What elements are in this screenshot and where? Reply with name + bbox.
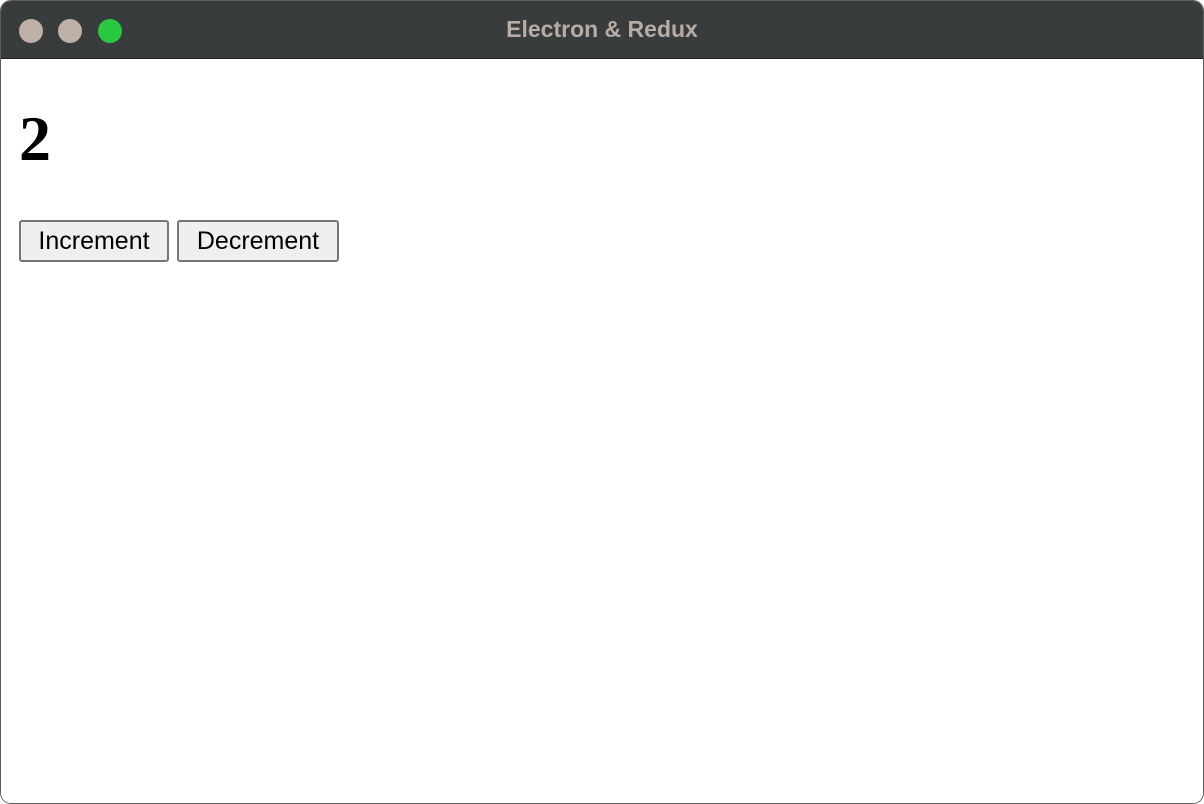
window-title: Electron & Redux	[506, 16, 698, 42]
app-content: 2 Increment Decrement	[1, 59, 1203, 803]
counter-value: 2	[19, 103, 51, 174]
app-window: Electron & Redux 2 Increment Decrement	[0, 0, 1204, 804]
decrement-button[interactable]: Decrement	[177, 220, 339, 262]
increment-button[interactable]: Increment	[19, 220, 169, 262]
title-bar[interactable]: Electron & Redux	[1, 1, 1203, 59]
